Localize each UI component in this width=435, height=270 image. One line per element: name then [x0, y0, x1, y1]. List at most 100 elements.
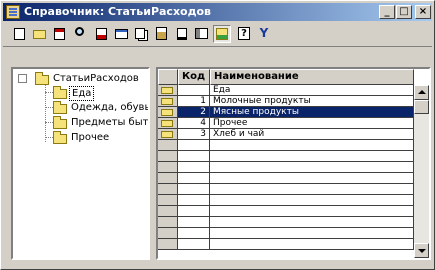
window-title: Справочник: СтатьиРасходов [24, 5, 212, 18]
delete-button[interactable] [93, 25, 111, 43]
cell-code [178, 228, 210, 239]
delete-icon [96, 28, 107, 40]
document-button[interactable] [173, 25, 191, 43]
empty-row [158, 184, 414, 195]
title-bar[interactable]: Справочник: СтатьиРасходов _ □ × [3, 3, 432, 21]
empty-row [158, 173, 414, 184]
filter-button[interactable]: Y [255, 25, 273, 43]
scroll-thumb[interactable] [414, 100, 429, 114]
folder-icon [35, 72, 49, 85]
copy-button[interactable] [133, 25, 151, 43]
help-icon: ? [238, 27, 250, 40]
table-row[interactable]: 1 Молочные продукты [158, 96, 414, 107]
cell-name [210, 206, 414, 217]
cell-name [210, 184, 414, 195]
up-arrow-icon [418, 90, 426, 94]
empty-row [158, 239, 414, 250]
scroll-down-button[interactable] [414, 243, 429, 258]
empty-row [158, 140, 414, 151]
row-marker [158, 162, 178, 173]
tree-item-label: Предметы быта, [71, 117, 150, 128]
row-marker [158, 96, 178, 107]
cell-code [178, 162, 210, 173]
view-icon [195, 28, 208, 39]
new-folder-button[interactable] [31, 25, 49, 43]
folder-icon [161, 109, 173, 116]
row-marker [158, 85, 178, 96]
empty-row [158, 151, 414, 162]
cell-name: Еда [210, 85, 414, 96]
folder-icon [161, 131, 173, 138]
cell-name [210, 140, 414, 151]
cell-code [178, 195, 210, 206]
table-row[interactable]: 4 Прочее [158, 118, 414, 129]
view-button[interactable] [193, 25, 211, 43]
new-item-button[interactable] [11, 25, 29, 43]
tree-connector [45, 122, 53, 123]
items-grid[interactable]: Код Наименование Еда 1 Молочные продукты… [156, 67, 431, 260]
cell-name: Хлеб и чай [210, 129, 414, 140]
cell-code [178, 85, 210, 96]
edit-icon [54, 28, 65, 40]
grid-header: Код Наименование [158, 69, 429, 85]
column-header-code[interactable]: Код [178, 69, 210, 85]
empty-row [158, 217, 414, 228]
cell-name [210, 228, 414, 239]
row-marker [158, 195, 178, 206]
paste-icon [156, 27, 167, 40]
empty-row [158, 162, 414, 173]
column-header-name[interactable]: Наименование [210, 69, 414, 85]
find-button[interactable] [73, 25, 91, 43]
row-marker [158, 151, 178, 162]
cell-name [210, 162, 414, 173]
cell-name: Мясные продукты [210, 107, 414, 118]
paste-button[interactable] [153, 25, 171, 43]
maximize-button[interactable]: □ [396, 5, 412, 19]
cell-code [178, 173, 210, 184]
vertical-scrollbar[interactable] [414, 85, 429, 258]
row-marker [158, 184, 178, 195]
hierarchy-toggle-button[interactable] [213, 25, 231, 43]
cell-code: 2 [178, 107, 210, 118]
cell-code [178, 239, 210, 250]
open-folder-icon [53, 86, 67, 99]
move-icon [115, 29, 128, 39]
cell-name [210, 239, 414, 250]
folder-icon [161, 87, 173, 94]
filter-icon: Y [259, 26, 269, 40]
row-marker [158, 140, 178, 151]
cell-name: Молочные продукты [210, 96, 414, 107]
move-button[interactable] [113, 25, 131, 43]
cell-code [178, 140, 210, 151]
empty-row [158, 195, 414, 206]
row-marker [158, 129, 178, 140]
cell-name: Прочее [210, 118, 414, 129]
table-row[interactable]: 3 Хлеб и чай [158, 129, 414, 140]
tree-collapse-toggle[interactable] [18, 74, 27, 83]
row-marker [158, 118, 178, 129]
cell-name [210, 217, 414, 228]
header-marker-column [158, 69, 178, 85]
hierarchy-icon [216, 28, 228, 40]
tree-connector [45, 92, 53, 93]
app-window: Справочник: СтатьиРасходов _ □ × ? Y Ста… [0, 0, 435, 270]
row-marker [158, 239, 178, 250]
tree-item-label: СтатьиРасходов [53, 73, 139, 84]
table-row[interactable]: Еда [158, 85, 414, 96]
folder-icon [53, 116, 67, 129]
cell-code [178, 217, 210, 228]
close-button[interactable]: × [415, 5, 431, 19]
help-button[interactable]: ? [235, 25, 253, 43]
edit-button[interactable] [51, 25, 69, 43]
folder-tree[interactable]: СтатьиРасходов Еда Одежда, обувь Предмет… [11, 67, 150, 260]
find-icon [75, 27, 84, 36]
row-marker [158, 173, 178, 184]
down-arrow-icon [418, 249, 426, 253]
table-row-selected[interactable]: 2 Мясные продукты [158, 107, 414, 118]
minimize-button[interactable]: _ [379, 5, 395, 19]
empty-row [158, 228, 414, 239]
new-item-icon [14, 28, 25, 40]
scroll-up-button[interactable] [414, 85, 429, 100]
row-marker [158, 228, 178, 239]
tree-item-label: Прочее [71, 132, 110, 143]
